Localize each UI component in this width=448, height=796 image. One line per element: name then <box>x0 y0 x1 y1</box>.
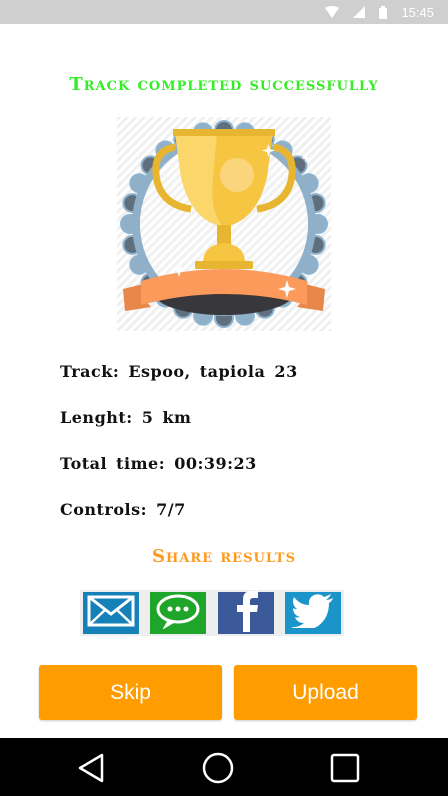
message-icon <box>155 593 201 633</box>
home-icon <box>200 752 236 790</box>
navigation-bar <box>0 738 448 796</box>
email-icon <box>87 595 135 631</box>
length-info: Lenght: 5 km <box>60 408 192 427</box>
page-title: Track completed successfully <box>69 74 379 95</box>
share-message-button[interactable] <box>150 592 207 634</box>
total-time-info: Total time: 00:39:23 <box>60 454 257 473</box>
battery-icon <box>379 5 388 19</box>
twitter-icon <box>290 594 335 632</box>
facebook-icon <box>231 590 261 636</box>
back-button[interactable] <box>74 750 110 786</box>
upload-button[interactable]: Upload <box>234 665 417 720</box>
back-icon <box>74 753 110 790</box>
track-info: Track: Espoo, tapiola 23 <box>60 362 298 381</box>
skip-button[interactable]: Skip <box>39 665 222 720</box>
share-buttons <box>80 590 344 636</box>
home-button[interactable] <box>200 750 236 786</box>
signal-icon <box>353 6 366 18</box>
recent-apps-button[interactable] <box>327 750 363 786</box>
status-time: 15:45 <box>401 4 434 20</box>
share-results-heading: Share results <box>152 546 296 567</box>
trophy-image <box>117 117 331 331</box>
share-email-button[interactable] <box>83 592 139 634</box>
share-twitter-button[interactable] <box>284 592 341 634</box>
controls-info: Controls: 7/7 <box>60 500 186 519</box>
wifi-icon <box>325 6 340 18</box>
share-facebook-button[interactable] <box>217 590 274 636</box>
status-bar: 15:45 <box>0 0 448 24</box>
recent-apps-icon <box>327 753 363 790</box>
